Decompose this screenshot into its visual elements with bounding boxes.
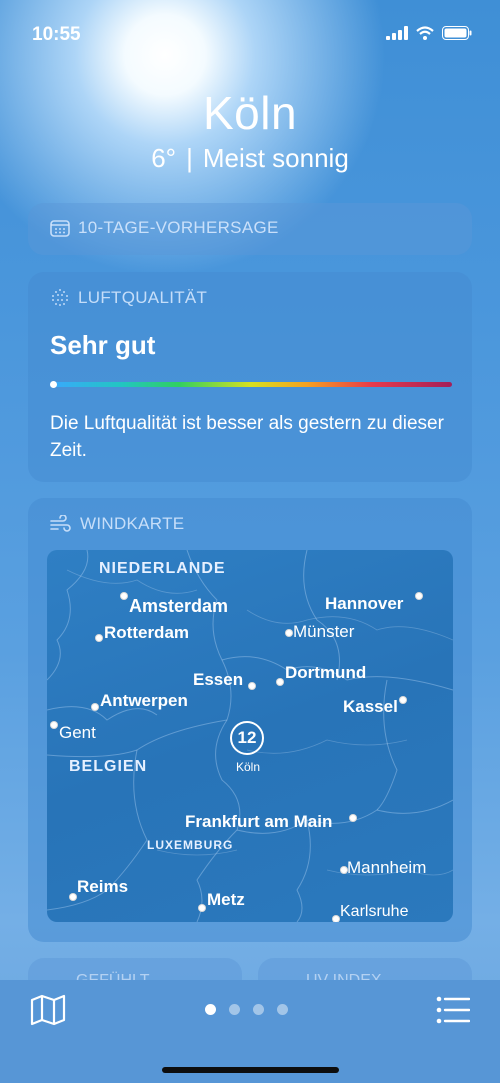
air-quality-level: Sehr gut <box>50 330 156 360</box>
wind-map-card[interactable]: WINDKARTE NIEDERLANDE Amsterdam Rotterda… <box>28 498 472 942</box>
battery-icon <box>442 26 472 40</box>
map-label-essen: Essen <box>193 670 244 689</box>
map-label-frankfurt: Frankfurt am Main <box>185 812 333 831</box>
map-label-rotterdam: Rotterdam <box>104 623 190 642</box>
condition-line: 6° | Meist sonnig <box>0 143 500 174</box>
home-indicator[interactable] <box>162 1067 339 1073</box>
condition-text: Meist sonnig <box>202 143 349 173</box>
map-label-mannheim: Mannheim <box>347 858 427 877</box>
wind-map[interactable]: NIEDERLANDE Amsterdam Rotterdam Hannover… <box>47 550 453 922</box>
wind-map-title: WINDKARTE <box>80 514 185 533</box>
forecast-card[interactable]: 10-TAGE-VORHERSAGE <box>28 203 472 255</box>
map-label-gent: Gent <box>59 723 96 742</box>
list-icon <box>436 996 471 1024</box>
map-dot-rotterdam <box>95 634 103 642</box>
map-dot-frankfurt <box>349 814 357 822</box>
status-time: 10:55 <box>32 24 81 45</box>
map-label-dortmund: Dortmund <box>285 663 367 682</box>
map-dot-gent <box>50 721 58 729</box>
air-quality-icon <box>52 289 68 306</box>
map-dot-muenster <box>285 629 293 637</box>
calendar-icon <box>50 220 70 237</box>
page-indicator[interactable] <box>205 1004 288 1015</box>
air-quality-card[interactable]: LUFTQUALITÄT Sehr gut Die Luftqualität i… <box>28 272 472 482</box>
wifi-icon <box>416 26 434 40</box>
map-label-amsterdam: Amsterdam <box>129 596 229 616</box>
bottom-toolbar <box>0 980 500 1083</box>
page-dot-4[interactable] <box>277 1004 288 1015</box>
map-label-niederlande: NIEDERLANDE <box>99 560 226 577</box>
map-dot-hannover <box>415 592 423 600</box>
map-dot-metz <box>198 904 206 912</box>
map-dot-amsterdam <box>120 592 128 600</box>
page-dot-3[interactable] <box>253 1004 264 1015</box>
map-label-karlsruhe: Karlsruhe <box>340 903 409 920</box>
air-quality-scale <box>50 382 452 387</box>
city-name: Köln <box>202 87 298 139</box>
map-dot-dortmund <box>276 678 284 686</box>
map-dot-kassel <box>399 696 407 704</box>
wind-speed-badge[interactable]: 12 <box>230 721 264 755</box>
air-quality-description: Die Luftqualität ist besser als gestern … <box>50 413 444 461</box>
map-label-hannover: Hannover <box>325 594 404 613</box>
status-icons <box>386 26 472 40</box>
city-list-button[interactable] <box>436 996 471 1024</box>
map-dot-essen <box>248 682 256 690</box>
map-label-belgien: BELGIEN <box>69 758 148 775</box>
map-label-metz: Metz <box>207 890 245 909</box>
map-label-reims: Reims <box>77 877 129 896</box>
page-dot-1[interactable] <box>205 1004 216 1015</box>
map-dot-reims <box>69 893 77 901</box>
wind-icon <box>50 515 71 532</box>
forecast-title: 10-TAGE-VORHERSAGE <box>78 218 279 237</box>
map-label-antwerpen: Antwerpen <box>100 691 188 710</box>
separator: | <box>186 143 193 173</box>
air-quality-indicator <box>50 381 57 388</box>
map-button[interactable] <box>30 994 66 1026</box>
map-label-kassel: Kassel <box>343 697 398 716</box>
map-label-koeln: Köln <box>235 760 261 774</box>
page-dot-2[interactable] <box>229 1004 240 1015</box>
map-label-luxemburg: LUXEMBURG <box>147 838 234 852</box>
current-temperature: 6° <box>151 143 177 173</box>
map-dot-karlsruhe <box>332 915 340 922</box>
map-icon <box>30 994 66 1026</box>
air-quality-title: LUFTQUALITÄT <box>78 288 208 307</box>
map-dot-antwerpen <box>91 703 99 711</box>
signal-icon <box>386 26 408 40</box>
map-label-muenster: Münster <box>293 622 355 641</box>
